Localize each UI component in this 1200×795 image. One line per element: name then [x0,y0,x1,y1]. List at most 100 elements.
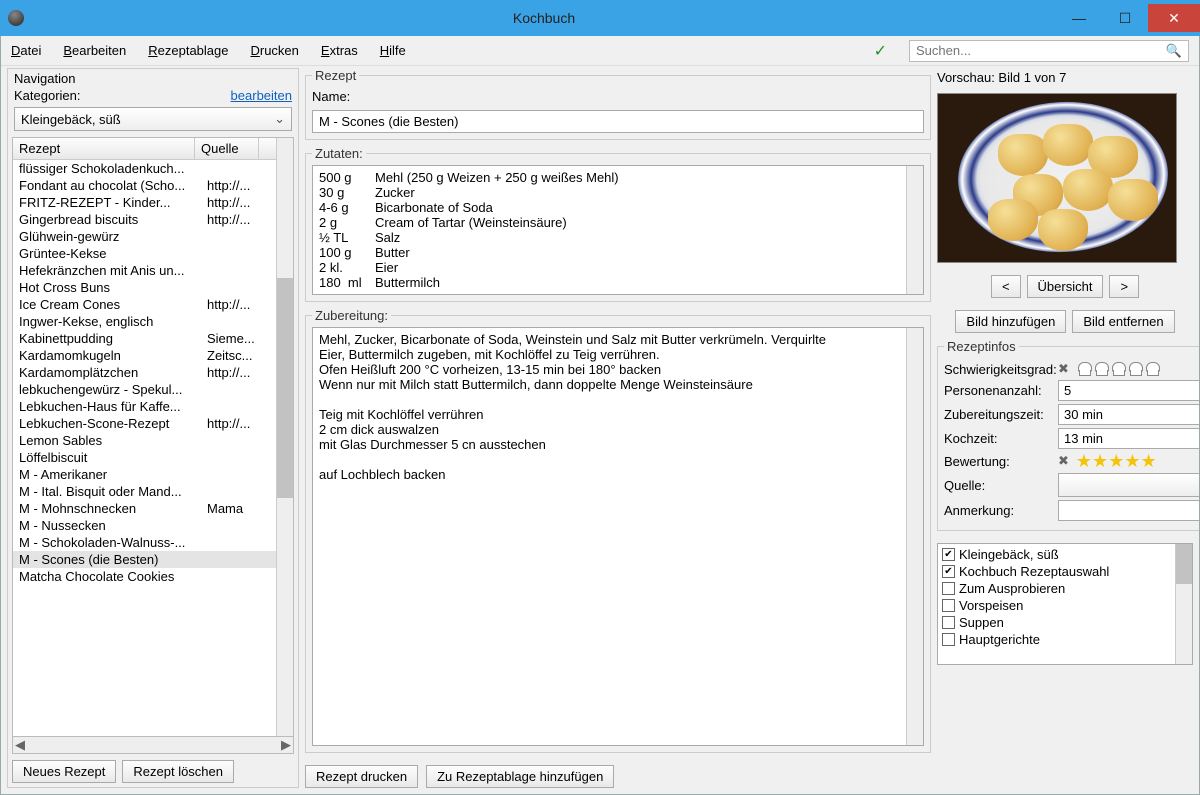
difficulty-rating[interactable] [1076,362,1160,376]
col-header-quelle[interactable]: Quelle [195,138,259,159]
list-item[interactable]: Lebkuchen-Haus für Kaffe... [13,398,276,415]
categories-label: Kategorien: [14,88,81,103]
list-item[interactable]: Löffelbiscuit [13,449,276,466]
close-button[interactable]: ✕ [1148,4,1200,32]
list-item[interactable]: Fondant au chocolat (Scho...http://... [13,177,276,194]
preparation-textarea[interactable]: Mehl, Zucker, Bicarbonate of Soda, Weins… [313,328,906,745]
list-item[interactable]: flüssiger Schokoladenkuch... [13,160,276,177]
preptime-label: Zubereitungszeit: [944,407,1054,422]
note-label: Anmerkung: [944,503,1054,518]
search-box[interactable]: 🔍 [909,40,1189,62]
menu-rezeptablage[interactable]: Rezeptablage [148,43,228,58]
preptime-input[interactable] [1058,404,1199,425]
preview-label: Vorschau: Bild 1 von 7 [937,70,1193,85]
ingredients-scrollbar[interactable] [906,166,923,294]
ingredients-textarea[interactable]: 500 gMehl (250 g Weizen + 250 g weißes M… [313,166,906,294]
category-check-item[interactable]: Vorspeisen [942,597,1171,614]
list-item[interactable]: KabinettpuddingSieme... [13,330,276,347]
edit-categories-link[interactable]: bearbeiten [231,88,292,103]
name-label: Name: [312,89,350,104]
category-check-item[interactable]: Suppen [942,614,1171,631]
recipe-list[interactable]: Rezept Quelle flüssiger Schokoladenkuch.… [13,138,276,736]
list-item[interactable]: FRITZ-REZEPT - Kinder...http://... [13,194,276,211]
menu-bearbeiten[interactable]: Bearbeiten [63,43,126,58]
list-item[interactable]: Glühwein-gewürz [13,228,276,245]
scrollbar-thumb[interactable] [1176,544,1192,584]
info-legend: Rezeptinfos [944,339,1019,354]
add-to-ablage-button[interactable]: Zu Rezeptablage hinzufügen [426,765,614,788]
preview-image [937,93,1177,263]
list-item[interactable]: Gingerbread biscuitshttp://... [13,211,276,228]
check-icon: ✓ [874,41,887,61]
category-check-item[interactable]: ✔Kleingebäck, süß [942,546,1171,563]
category-selected: Kleingebäck, süß [21,112,121,127]
maximize-button[interactable]: ☐ [1102,4,1148,32]
category-check-item[interactable]: Zum Ausprobieren [942,580,1171,597]
list-item[interactable]: Lebkuchen-Scone-Rezepthttp://... [13,415,276,432]
chevron-down-icon: ⌄ [274,111,285,127]
category-check-item[interactable]: Hauptgerichte [942,631,1171,648]
category-select[interactable]: Kleingebäck, süß ⌄ [14,107,292,131]
clear-rating-icon[interactable]: ✖ [1058,453,1069,469]
recipe-legend: Rezept [312,68,359,83]
next-image-button[interactable]: > [1109,275,1139,298]
search-input[interactable] [916,43,1166,58]
list-item[interactable]: Matcha Chocolate Cookies [13,568,276,585]
persons-input[interactable] [1058,380,1199,401]
minimize-button[interactable]: — [1056,4,1102,32]
list-item[interactable]: KardamomkugelnZeitsc... [13,347,276,364]
source-label: Quelle: [944,478,1054,493]
list-vertical-scrollbar[interactable] [276,138,293,736]
new-recipe-button[interactable]: Neues Rezept [12,760,116,783]
list-item[interactable]: M - Nussecken [13,517,276,534]
list-item[interactable]: Kardamomplätzchenhttp://... [13,364,276,381]
list-item[interactable]: M - Amerikaner [13,466,276,483]
rating-stars[interactable]: ★★★★★ [1076,452,1157,470]
scrollbar-thumb[interactable] [277,278,293,498]
difficulty-label: Schwierigkeitsgrad: [944,362,1054,377]
nav-legend: Navigation [14,71,292,86]
recipe-name-input[interactable] [312,110,924,133]
prev-image-button[interactable]: < [991,275,1021,298]
menu-datei[interactable]: Datei [11,43,41,58]
menu-extras[interactable]: Extras [321,43,358,58]
app-icon [8,10,24,26]
add-image-button[interactable]: Bild hinzufügen [955,310,1066,333]
rating-label: Bewertung: [944,454,1054,469]
search-icon[interactable]: 🔍 [1166,43,1182,59]
list-item[interactable]: Hefekränzchen mit Anis un... [13,262,276,279]
list-item[interactable]: Hot Cross Buns [13,279,276,296]
persons-label: Personenanzahl: [944,383,1054,398]
list-item[interactable]: Ingwer-Kekse, englisch [13,313,276,330]
list-item[interactable]: M - MohnschneckenMama [13,500,276,517]
list-item[interactable]: Grüntee-Kekse [13,245,276,262]
list-horizontal-scrollbar[interactable]: ◀▶ [12,737,294,754]
window-title: Kochbuch [32,10,1056,26]
menu-drucken[interactable]: Drucken [250,43,298,58]
prep-legend: Zubereitung: [312,308,391,323]
menu-hilfe[interactable]: Hilfe [380,43,406,58]
prep-scrollbar[interactable] [906,328,923,745]
category-scrollbar[interactable] [1175,544,1192,664]
ingredients-legend: Zutaten: [312,146,366,161]
delete-recipe-button[interactable]: Rezept löschen [122,760,234,783]
category-checklist[interactable]: ✔Kleingebäck, süß✔Kochbuch Rezeptauswahl… [938,544,1175,664]
titlebar: Kochbuch — ☐ ✕ [0,0,1200,36]
clear-difficulty-icon[interactable]: ✖ [1058,361,1069,377]
overview-button[interactable]: Übersicht [1027,275,1104,298]
list-item[interactable]: Ice Cream Coneshttp://... [13,296,276,313]
col-header-rezept[interactable]: Rezept [13,138,195,159]
cooktime-label: Kochzeit: [944,431,1054,446]
remove-image-button[interactable]: Bild entfernen [1072,310,1174,333]
source-select[interactable]: ⌄ [1058,473,1199,497]
list-item[interactable]: M - Schokoladen-Walnuss-... [13,534,276,551]
cooktime-input[interactable] [1058,428,1199,449]
category-check-item[interactable]: ✔Kochbuch Rezeptauswahl [942,563,1171,580]
note-input[interactable] [1058,500,1199,521]
list-item[interactable]: M - Scones (die Besten) [13,551,276,568]
print-recipe-button[interactable]: Rezept drucken [305,765,418,788]
menubar: Datei Bearbeiten Rezeptablage Drucken Ex… [1,36,1199,66]
list-item[interactable]: lebkuchengewürz - Spekul... [13,381,276,398]
list-item[interactable]: Lemon Sables [13,432,276,449]
list-item[interactable]: M - Ital. Bisquit oder Mand... [13,483,276,500]
